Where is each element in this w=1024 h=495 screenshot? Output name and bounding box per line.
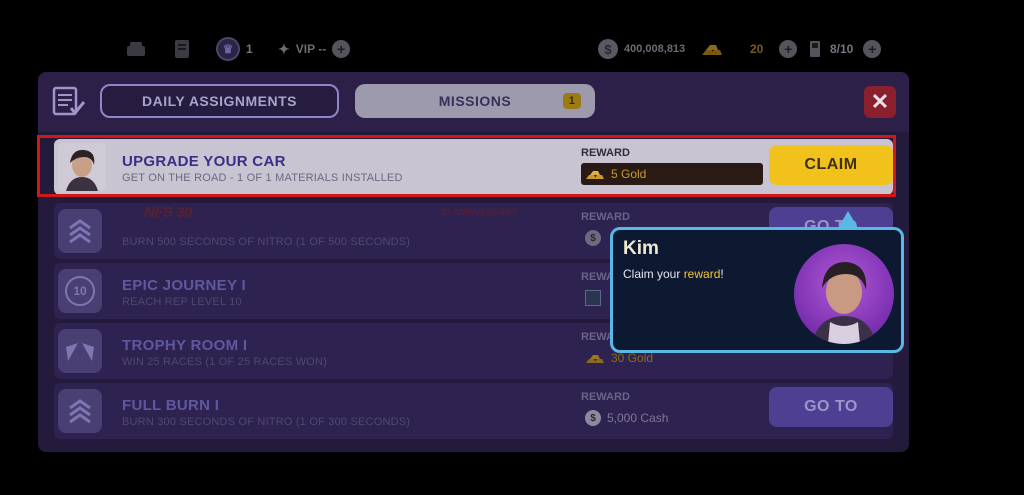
mission-desc: BURN 300 SECONDS OF NITRO (1 OF 300 SECO… [122,416,411,428]
rep-level-icon: 10 [58,269,102,313]
missions-count-badge: 1 [563,93,581,109]
reward-text: 5 Gold [611,167,647,181]
fuel-indicator: 8/10 + [808,34,882,64]
msg-highlight: reward [683,267,721,281]
panel-header: DAILY ASSIGNMENTS MISSIONS 1 ✕ [38,72,909,132]
checklist-icon [52,86,86,116]
cash-icon: $ [598,39,618,59]
msg-text: Claim your [623,267,684,281]
vip-star-icon: ✦ [278,40,290,57]
msg-end: ! [720,267,724,281]
reward-value: $ 5,000 Cash [581,407,763,429]
tab-missions-label: MISSIONS [438,93,512,109]
news-icon[interactable] [170,34,194,64]
tab-missions[interactable]: MISSIONS 1 [355,84,595,118]
mission-desc: WIN 25 RACES (1 OF 25 RACES WON) [122,356,328,368]
go-to-button[interactable]: GO TO [769,387,893,427]
reward-label: REWARD [581,147,630,159]
fuel-amount: 8/10 [830,42,854,56]
vip-indicator[interactable]: ✦ VIP -- + [278,34,351,64]
fuel-plus-button[interactable]: + [863,40,882,58]
mission-desc: REACH REP LEVEL 10 [122,296,242,308]
reward-text: 30 Gold [611,351,654,365]
nitro-chevrons-icon [58,389,102,433]
kim-portrait [794,244,894,344]
bubble-tail [838,211,858,228]
mission-desc: GET ON THE ROAD - 1 OF 1 MATERIALS INSTA… [122,172,403,184]
mission-title: UPGRADE YOUR CAR [122,153,286,170]
speaker-name: Kim [623,238,659,259]
reward-item-icon [585,290,601,306]
mission-title: FULL BURN I [122,397,220,414]
cash-icon: $ [585,410,601,426]
crown-icon: ♛ [216,37,240,61]
bubble-message: Claim your reward! [623,267,724,281]
vip-label: VIP -- [295,42,327,56]
vip-plus-button[interactable]: + [332,40,351,58]
tab-daily-assignments[interactable]: DAILY ASSIGNMENTS [100,84,339,118]
gold-bars-icon [586,355,604,363]
gold-indicator: 20 + [700,34,798,64]
cash-indicator: $ 400,008,813 [598,34,685,64]
garage-icon[interactable] [124,34,148,64]
reward-label: REWARD [581,211,630,223]
nitro-chevrons-icon [58,209,102,253]
mission-desc: BURN 500 SECONDS OF NITRO (1 OF 500 SECO… [122,236,411,248]
checkered-flags-icon [58,329,102,373]
close-button[interactable]: ✕ [864,86,896,118]
gold-bars-icon [702,45,722,55]
mission-title: EPIC JOURNEY I [122,277,246,294]
cash-amount: 400,008,813 [624,43,686,55]
nfs-30-logo: NFS 30 [144,204,192,221]
cash-icon: $ [585,230,601,246]
mission-row-full-burn: FULL BURN I BURN 300 SECONDS OF NITRO (1… [54,383,893,439]
crown-indicator[interactable]: ♛ 1 [216,34,253,64]
anniversary-logo: 30 ANNIVERSARY [440,207,518,217]
kim-avatar [58,143,106,191]
reward-text: 5,000 Cash [607,411,669,425]
gold-plus-button[interactable]: + [779,40,798,58]
top-status-bar: ♛ 1 ✦ VIP -- + $ 400,008,813 20 + 8/10 + [0,34,1024,64]
fuel-icon [810,41,820,57]
reward-label: REWARD [581,391,630,403]
reward-value: 5 Gold [581,163,763,185]
rep-level-number: 10 [65,276,95,306]
mission-title: TROPHY ROOM I [122,337,248,354]
gold-bars-icon [586,171,604,179]
crown-count: 1 [246,42,253,56]
mission-row-upgrade-car: UPGRADE YOUR CAR GET ON THE ROAD - 1 OF … [54,139,893,195]
tutorial-speech-bubble[interactable]: Kim Claim your reward! [610,227,904,353]
gold-amount: 20 [750,42,764,56]
claim-button[interactable]: CLAIM [769,145,893,185]
